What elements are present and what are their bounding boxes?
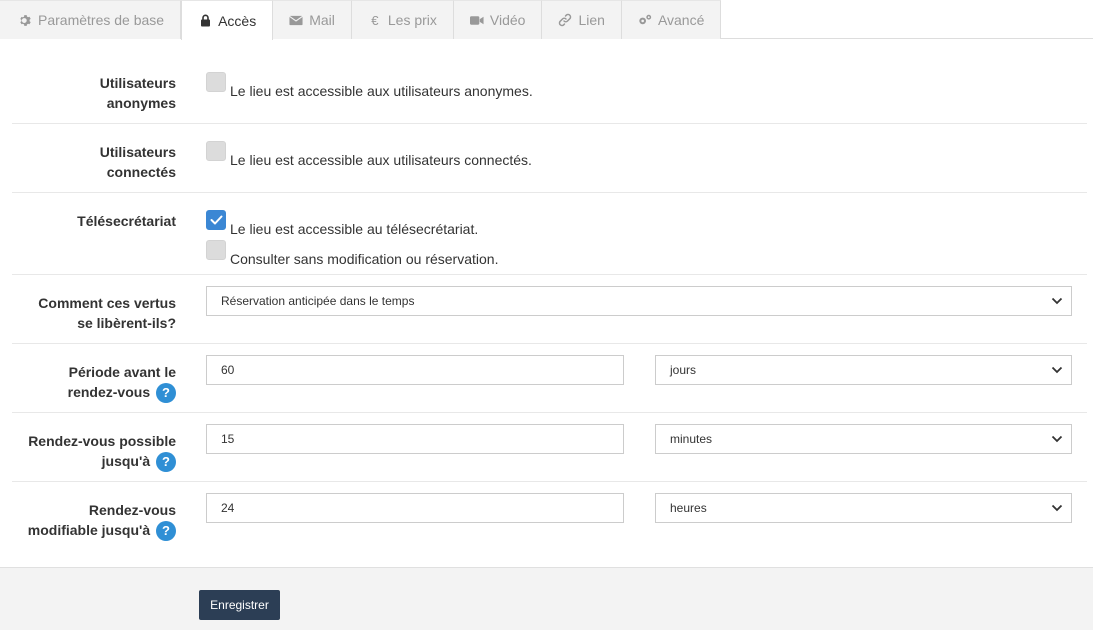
label-line: connectés (106, 164, 176, 180)
row-telesecretariat: Télésecrétariat Le lieu est accessible a… (12, 193, 1087, 275)
envelope-icon (289, 13, 304, 27)
modifiable-until-input[interactable]: 24 (206, 493, 624, 523)
euro-icon: € (371, 12, 379, 28)
checkbox-line-anonymous: Le lieu est accessible aux utilisateurs … (206, 72, 533, 101)
tab-mail[interactable]: Mail (273, 0, 352, 39)
tab-label: Mail (309, 12, 335, 28)
label-period-before: Période avant le rendez-vous ? (6, 362, 176, 404)
label-line: Période avant le (68, 364, 176, 380)
help-icon[interactable]: ? (156, 521, 176, 542)
label-line: Rendez-vous possible (28, 433, 176, 449)
gears-icon (638, 13, 652, 27)
tab-label: Les prix (387, 12, 437, 28)
label-line: Utilisateurs (99, 75, 176, 91)
checkbox-label: Le lieu est accessible au télésecrétaria… (230, 221, 479, 237)
tab-label: Accès (218, 12, 257, 29)
checkbox-label: Consulter sans modification ou réservati… (230, 251, 499, 267)
tab-video[interactable]: Vidéo (453, 0, 543, 39)
telesecretariat-access-checkbox[interactable] (206, 210, 226, 230)
checkbox-line-telesec: Le lieu est accessible au télésecrétaria… (206, 210, 479, 239)
gear-icon (18, 13, 32, 27)
tab-label: Lien (578, 12, 605, 28)
connected-access-checkbox[interactable] (206, 141, 226, 161)
help-icon[interactable]: ? (156, 383, 176, 404)
label-line: Rendez-vous (88, 502, 176, 518)
form-footer: Enregistrer (0, 567, 1093, 630)
label-line: rendez-vous (67, 384, 151, 400)
help-icon[interactable]: ? (156, 452, 176, 473)
chevron-down-icon (1051, 504, 1063, 512)
readonly-consult-checkbox[interactable] (206, 240, 226, 260)
period-value-input[interactable]: 60 (206, 355, 624, 385)
label-line: jusqu'à (101, 453, 151, 469)
tab-les-prix[interactable]: € Les prix (351, 0, 454, 39)
label-modifiable-until: Rendez-vous modifiable jusqu'à ? (6, 500, 176, 542)
period-unit-select[interactable]: jours (655, 355, 1072, 385)
release-mode-select[interactable]: Réservation anticipée dans le temps (206, 286, 1072, 316)
select-value: minutes (670, 432, 713, 446)
input-value: 15 (221, 432, 235, 446)
tab-avance[interactable]: Avancé (621, 0, 722, 39)
label-line: Télésecrétariat (77, 213, 176, 229)
label-anonymous-users: Utilisateurs anonymes (6, 73, 176, 113)
label-release-mode: Comment ces vertus se libèrent-ils? (6, 293, 176, 333)
tab-parametres-de-base[interactable]: Paramètres de base (0, 0, 182, 39)
chevron-down-icon (1051, 435, 1063, 443)
chevron-down-icon (1051, 297, 1063, 305)
checkbox-label: Le lieu est accessible aux utilisateurs … (230, 83, 533, 99)
select-value: heures (670, 501, 707, 515)
row-period-before: Période avant le rendez-vous ? 60 jours (12, 344, 1087, 413)
video-camera-icon (469, 13, 484, 27)
label-possible-until: Rendez-vous possible jusqu'à ? (6, 431, 176, 473)
input-value: 60 (221, 363, 235, 377)
row-connected-users: Utilisateurs connectés Le lieu est acces… (12, 124, 1087, 193)
label-connected-users: Utilisateurs connectés (6, 142, 176, 182)
tab-bar: Paramètres de base Accès Mail € Les prix… (0, 0, 1093, 40)
row-modifiable-until: Rendez-vous modifiable jusqu'à ? 24 heur… (12, 482, 1087, 551)
select-value: jours (670, 363, 697, 377)
chevron-down-icon (1051, 366, 1063, 374)
label-line: Comment ces vertus (38, 295, 176, 311)
checkmark-icon (210, 215, 222, 225)
anonymous-access-checkbox[interactable] (206, 72, 226, 92)
tab-acces[interactable]: Accès (181, 0, 274, 40)
tab-label: Avancé (657, 12, 705, 28)
lock-icon (198, 14, 212, 28)
link-icon (558, 13, 572, 27)
row-release-mode: Comment ces vertus se libèrent-ils? Rése… (12, 275, 1087, 344)
tab-lien[interactable]: Lien (542, 0, 622, 39)
label-line: se libèrent-ils? (77, 315, 176, 331)
tab-label: Vidéo (489, 12, 526, 28)
tab-label: Paramètres de base (38, 12, 165, 28)
input-value: 24 (221, 501, 235, 515)
label-line: Utilisateurs (99, 144, 176, 160)
label-telesecretariat: Télésecrétariat (6, 211, 176, 231)
checkbox-line-connected: Le lieu est accessible aux utilisateurs … (206, 141, 532, 170)
save-button[interactable]: Enregistrer (199, 590, 280, 620)
label-line: modifiable jusqu'à (27, 522, 151, 538)
checkbox-label: Le lieu est accessible aux utilisateurs … (230, 152, 532, 168)
row-possible-until: Rendez-vous possible jusqu'à ? 15 minute… (12, 413, 1087, 482)
row-anonymous-users: Utilisateurs anonymes Le lieu est access… (12, 55, 1087, 124)
select-value: Réservation anticipée dans le temps (221, 294, 415, 308)
modifiable-until-unit-select[interactable]: heures (655, 493, 1072, 523)
possible-until-unit-select[interactable]: minutes (655, 424, 1072, 454)
possible-until-input[interactable]: 15 (206, 424, 624, 454)
label-line: anonymes (106, 95, 176, 111)
checkbox-line-readonly: Consulter sans modification ou réservati… (206, 240, 499, 269)
